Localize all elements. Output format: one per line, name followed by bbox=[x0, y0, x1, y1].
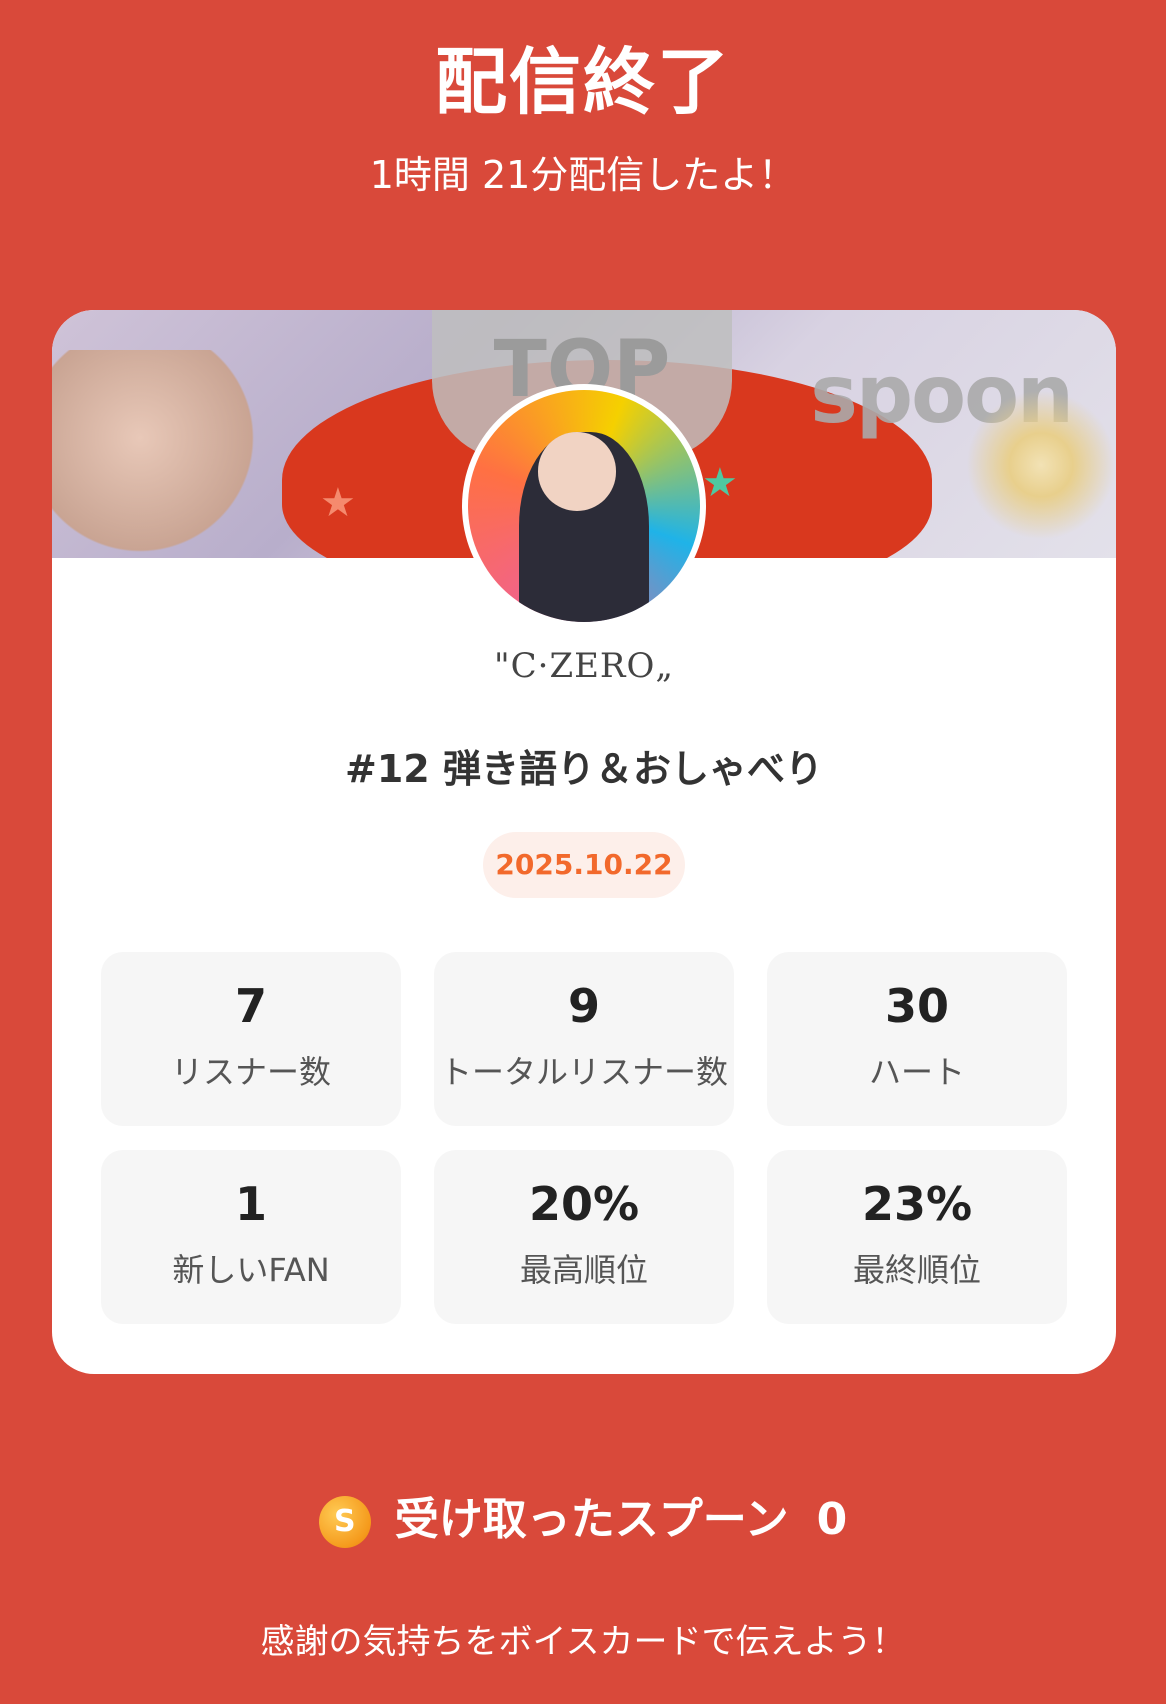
stat-label: 新しいFAN bbox=[172, 1251, 330, 1289]
stat-value: 30 bbox=[884, 979, 949, 1033]
stat-value: 1 bbox=[234, 1177, 267, 1231]
date-badge: 2025.10.22 bbox=[483, 832, 685, 898]
broadcast-summary-card: TOP ★ ★ spoon "C·ZERO„ #12 弾き語り＆おしゃべり 20… bbox=[52, 310, 1116, 1374]
star-icon: ★ bbox=[702, 460, 738, 506]
stat-label: トータルリスナー数 bbox=[439, 1053, 728, 1091]
stat-label: 最高順位 bbox=[519, 1251, 648, 1289]
stat-value: 9 bbox=[567, 979, 600, 1033]
stat-final-rank: 23% 最終順位 bbox=[767, 1150, 1067, 1324]
stat-total-listeners: 9 トータルリスナー数 bbox=[434, 952, 734, 1126]
stat-new-fans: 1 新しいFAN bbox=[101, 1150, 401, 1324]
star-icon: ★ bbox=[320, 480, 356, 526]
stat-hearts: 30 ハート bbox=[767, 952, 1067, 1126]
stat-label: リスナー数 bbox=[170, 1053, 331, 1091]
received-spoons-label: 受け取ったスプーン bbox=[394, 1494, 789, 1545]
avatar[interactable] bbox=[462, 384, 706, 628]
page-title: 配信終了 bbox=[434, 40, 731, 124]
avatar-image bbox=[468, 390, 700, 622]
stat-value: 20% bbox=[528, 1177, 640, 1231]
received-spoons-count: 0 bbox=[816, 1494, 848, 1545]
banner-hand-illustration bbox=[52, 350, 272, 558]
received-spoons: S 受け取ったスプーン 0 bbox=[0, 1490, 1166, 1550]
avatar-face bbox=[537, 431, 617, 511]
broadcast-duration: 1時間 21分配信したよ！ bbox=[369, 153, 797, 197]
stat-listeners: 7 リスナー数 bbox=[101, 952, 401, 1126]
broadcast-title: #12 弾き語り＆おしゃべり bbox=[345, 747, 823, 791]
username: "C·ZERO„ bbox=[494, 646, 674, 686]
firework-decoration bbox=[966, 390, 1116, 540]
stat-label: ハート bbox=[868, 1053, 965, 1091]
stat-value: 23% bbox=[861, 1177, 973, 1231]
voice-card-message: 感謝の気持ちをボイスカードで伝えよう！ bbox=[260, 1622, 906, 1662]
stat-label: 最終順位 bbox=[852, 1251, 981, 1289]
spoon-coin-icon: S bbox=[318, 1496, 371, 1548]
stat-highest-rank: 20% 最高順位 bbox=[434, 1150, 734, 1324]
stat-value: 7 bbox=[234, 979, 267, 1033]
